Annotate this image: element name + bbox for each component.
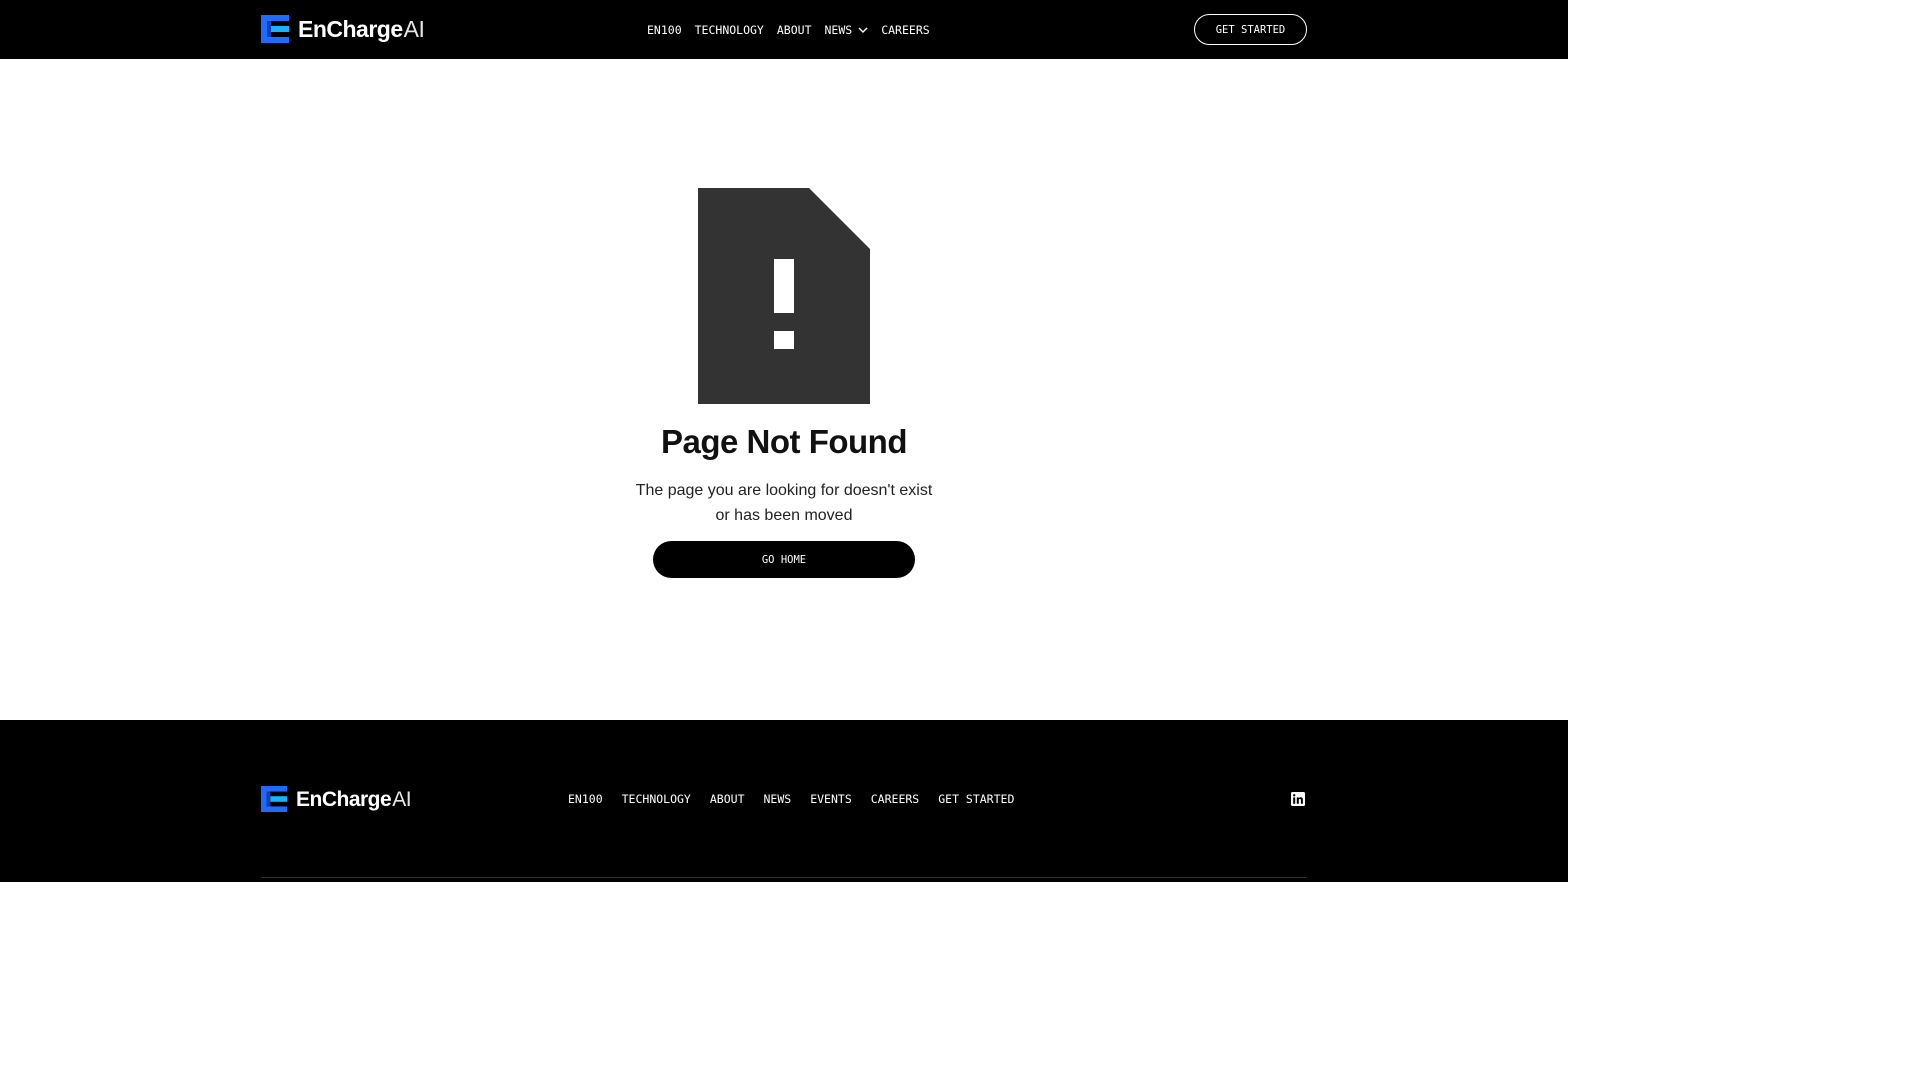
nav-technology[interactable]: TECHNOLOGY [695,23,764,37]
footer-nav-events[interactable]: EVENTS [810,792,852,806]
nav-careers[interactable]: CAREERS [881,23,929,37]
nav-news-label: NEWS [824,22,853,37]
go-home-button[interactable]: GO HOME [653,541,915,578]
page-title: Page Not Found [661,423,907,460]
footer-logo[interactable]: EnChargeAI [261,786,412,812]
error-message: The page you are looking for doesn't exi… [635,482,933,524]
not-found-section: Page Not Found The page you are looking … [0,59,1568,720]
file-alert-icon [698,188,870,404]
logo-wordmark: EnChargeAI [296,787,412,811]
footer-nav-technology[interactable]: TECHNOLOGY [622,792,691,806]
site-header: EnChargeAI EN100 TECHNOLOGY ABOUT NEWS C… [0,0,1568,59]
footer-nav-about[interactable]: ABOUT [710,792,745,806]
footer-nav-get-started[interactable]: GET STARTED [938,792,1014,806]
header-logo[interactable]: EnChargeAI [261,15,425,43]
nav-news[interactable]: NEWS [825,23,869,37]
get-started-button[interactable]: GET STARTED [1194,14,1307,45]
linkedin-icon [1291,792,1305,806]
site-footer: EnChargeAI EN100 TECHNOLOGY ABOUT NEWS E… [0,720,1568,882]
footer-nav-careers[interactable]: CAREERS [871,792,919,806]
encharge-logo-icon [261,786,287,812]
primary-nav: EN100 TECHNOLOGY ABOUT NEWS CAREERS [647,0,943,59]
footer-divider [261,877,1307,878]
logo-wordmark: EnChargeAI [298,15,425,42]
footer-nav-en100[interactable]: EN100 [568,792,603,806]
encharge-logo-icon [261,15,289,43]
footer-nav: EN100 TECHNOLOGY ABOUT NEWS EVENTS CAREE… [568,786,1033,812]
nav-en100[interactable]: EN100 [647,23,682,37]
chevron-down-icon [858,27,868,33]
nav-about[interactable]: ABOUT [777,23,812,37]
footer-nav-news[interactable]: NEWS [764,792,792,806]
